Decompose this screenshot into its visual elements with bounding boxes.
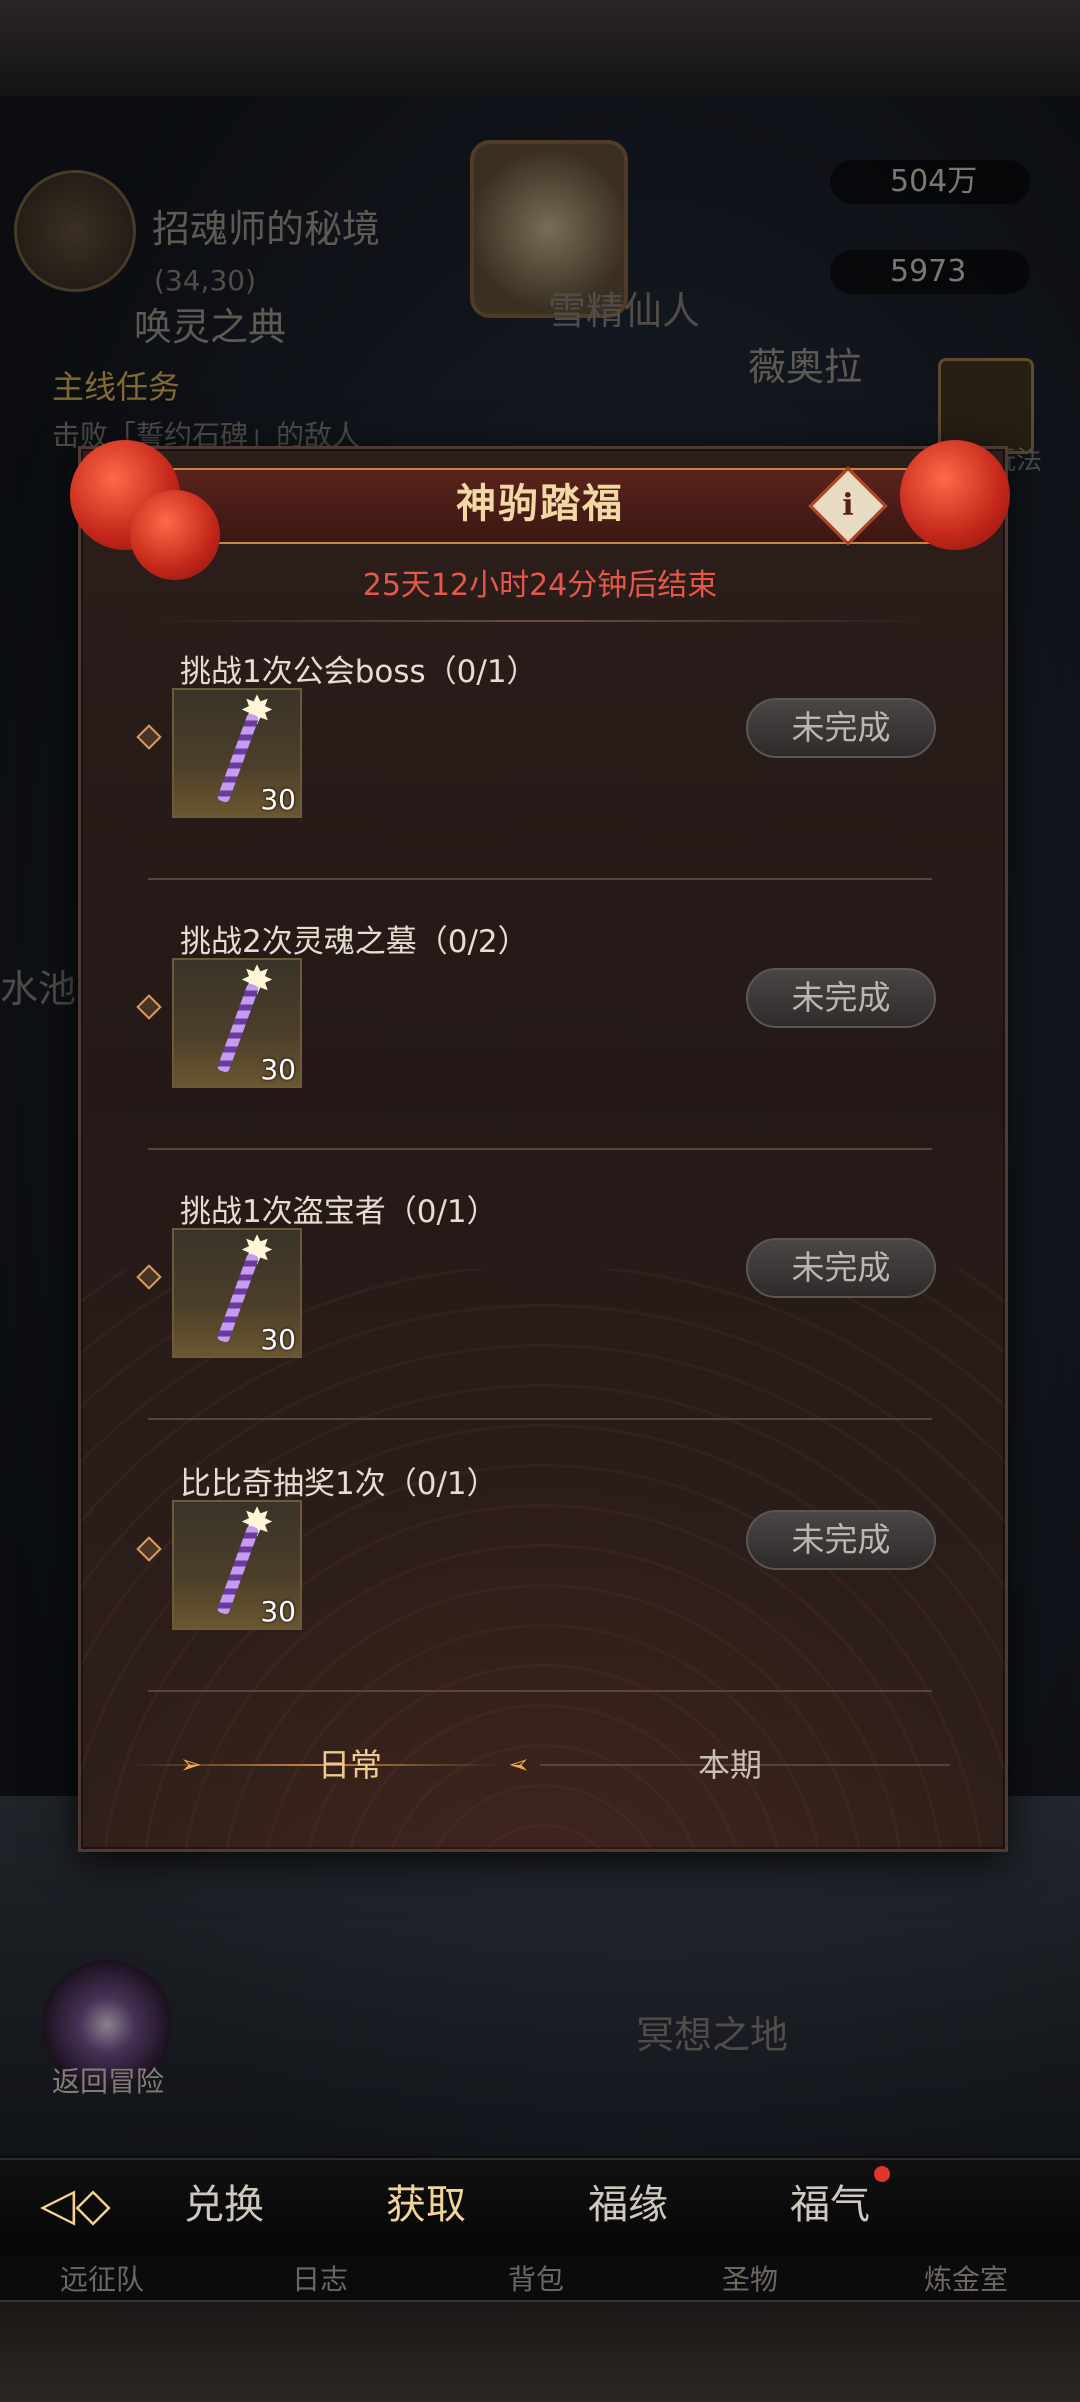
modal-tabs: ➢ 日常 ➢ 本期 xyxy=(130,1740,950,1790)
diamond-bullet-icon xyxy=(136,1264,162,1290)
sparkle-icon: ✸ xyxy=(240,688,274,734)
reward-count: 30 xyxy=(260,783,296,816)
status-button[interactable]: 未完成 xyxy=(746,1238,936,1298)
blessing-notification-dot xyxy=(874,2166,890,2182)
task-title: 挑战1次盗宝者（0/1） xyxy=(180,1194,498,1230)
task-title: 挑战2次灵魂之墓（0/2） xyxy=(180,924,529,960)
reward-count: 30 xyxy=(260,1053,296,1086)
task-title: 挑战1次公会boss（0/1） xyxy=(180,654,538,690)
tab-arrow-left-icon: ➢ xyxy=(180,1750,202,1780)
diamond-bullet-icon xyxy=(136,724,162,750)
reward-count: 30 xyxy=(260,1595,296,1628)
row-divider xyxy=(148,878,932,880)
under-nav-alchemy: 炼金室 xyxy=(924,2263,1009,2296)
reward-count: 30 xyxy=(260,1323,296,1356)
row-divider xyxy=(148,1690,932,1692)
nav-exchange[interactable]: 兑换 xyxy=(184,2172,264,2230)
nav-obtain[interactable]: 获取 xyxy=(386,2172,466,2230)
row-divider xyxy=(148,1418,932,1420)
reward-item[interactable]: ✸ 30 xyxy=(172,1500,302,1630)
tab-period[interactable]: 本期 xyxy=(680,1740,780,1790)
sparkle-icon: ✸ xyxy=(240,958,274,1004)
back-arrow-icon[interactable]: ◁◇ xyxy=(40,2172,190,2236)
sparkle-icon: ✸ xyxy=(240,1228,274,1274)
reward-item[interactable]: ✸ 30 xyxy=(172,688,302,818)
bottom-frame xyxy=(0,2300,1080,2402)
nav-fortune[interactable]: 福缘 xyxy=(588,2172,668,2230)
diamond-bullet-icon xyxy=(136,994,162,1020)
under-nav-expedition: 远征队 xyxy=(60,2263,145,2296)
diamond-bullet-icon xyxy=(136,1536,162,1562)
task-row: 比比奇抽奖1次（0/1） ✸ 30 未完成 xyxy=(78,1458,1002,1692)
status-button[interactable]: 未完成 xyxy=(746,698,936,758)
task-row: 挑战2次灵魂之墓（0/2） ✸ 30 未完成 xyxy=(78,916,1002,1150)
event-timer: 25天12小时24分钟后结束 xyxy=(362,568,718,603)
info-icon: i xyxy=(842,488,854,523)
under-nav-bag: 背包 xyxy=(508,2263,565,2296)
task-title: 比比奇抽奖1次（0/1） xyxy=(180,1466,498,1502)
header-divider xyxy=(150,620,930,622)
status-button[interactable]: 未完成 xyxy=(746,968,936,1028)
nav-blessing[interactable]: 福气 xyxy=(790,2172,870,2230)
task-row: 挑战1次公会boss（0/1） ✸ 30 未完成 xyxy=(78,646,1002,880)
sparkle-icon: ✸ xyxy=(240,1500,274,1546)
tab-arrow-right-icon: ➢ xyxy=(508,1750,530,1780)
reward-item[interactable]: ✸ 30 xyxy=(172,1228,302,1358)
right-lantern-icon xyxy=(900,440,1010,550)
row-divider xyxy=(148,1148,932,1150)
under-nav-relic: 圣物 xyxy=(722,2263,779,2296)
status-button[interactable]: 未完成 xyxy=(746,1510,936,1570)
tab-daily[interactable]: 日常 xyxy=(300,1740,400,1790)
under-nav-log: 日志 xyxy=(292,2263,349,2296)
task-row: 挑战1次盗宝者（0/1） ✸ 30 未完成 xyxy=(78,1186,1002,1420)
top-frame xyxy=(0,0,1080,98)
reward-item[interactable]: ✸ 30 xyxy=(172,958,302,1088)
